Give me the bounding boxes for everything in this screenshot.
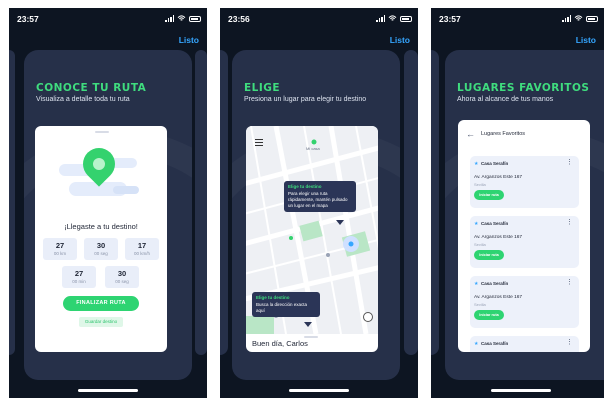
phone-screen-choose: 23:56 Listo ELIGE Presiona un lugar para… bbox=[220, 8, 418, 398]
back-arrow-icon[interactable]: ← bbox=[466, 129, 475, 139]
next-card-peek[interactable] bbox=[195, 50, 207, 355]
more-options-icon[interactable]: ⋮ bbox=[566, 158, 573, 166]
status-time: 23:57 bbox=[439, 14, 461, 24]
tooltip-long-press: Elige tu destino Para elegir una ruta rá… bbox=[284, 181, 356, 212]
arrival-message: ¡Llegaste a tu destino! bbox=[64, 222, 138, 231]
done-button[interactable]: Listo bbox=[576, 35, 596, 45]
onboarding-card: LUGARES FAVORITOS Ahora al alcance de tu… bbox=[445, 50, 604, 380]
drag-handle[interactable] bbox=[304, 336, 318, 338]
stat-time: 30 00 seg bbox=[84, 238, 118, 260]
onboarding-card: CONOCE TU RUTA Visualiza a detalle toda … bbox=[24, 50, 192, 380]
battery-icon bbox=[400, 15, 412, 22]
previous-card-peek[interactable] bbox=[220, 50, 228, 355]
onboarding-card: ELIGE Presiona un lugar para elegir tu d… bbox=[232, 50, 400, 380]
home-indicator[interactable] bbox=[289, 389, 349, 392]
more-options-icon[interactable]: ⋮ bbox=[566, 218, 573, 226]
home-indicator[interactable] bbox=[78, 389, 138, 392]
status-time: 23:57 bbox=[17, 14, 39, 24]
drag-handle[interactable] bbox=[95, 131, 109, 133]
done-button[interactable]: Listo bbox=[179, 35, 199, 45]
star-icon: ★ bbox=[474, 281, 479, 287]
next-card-peek[interactable] bbox=[404, 50, 418, 355]
phone-screen-favorites: 23:57 Listo LUGARES FAVORITOS Ahora al a… bbox=[431, 8, 604, 398]
card-title: CONOCE TU RUTA bbox=[36, 82, 147, 94]
stat-minutes: 27 00 min bbox=[62, 266, 96, 288]
menu-icon[interactable] bbox=[255, 139, 263, 148]
signal-icon bbox=[376, 15, 385, 22]
status-time: 23:56 bbox=[228, 14, 250, 24]
wifi-icon bbox=[388, 15, 397, 21]
status-bar: 23:56 bbox=[228, 14, 412, 26]
card-title: LUGARES FAVORITOS bbox=[457, 82, 590, 94]
tooltip-search: Elige tu destino Busca la dirección exac… bbox=[252, 292, 320, 317]
favorite-item[interactable]: ★ Casa Serafín ⋮ Av. Arganzos Este 167 S… bbox=[470, 276, 579, 328]
battery-icon bbox=[189, 15, 201, 22]
more-options-icon[interactable]: ⋮ bbox=[566, 338, 573, 346]
battery-icon bbox=[586, 15, 598, 22]
stat-speed: 17 00 km/h bbox=[125, 238, 159, 260]
start-route-button[interactable]: Iniciar ruta bbox=[474, 190, 504, 200]
start-route-button[interactable]: Iniciar ruta bbox=[474, 310, 504, 320]
phone-screen-route: 23:57 Listo CONOCE TU RUTA Visualiza a d… bbox=[9, 8, 207, 398]
greeting-text: Buen día, Carlos bbox=[252, 339, 308, 348]
favorite-item[interactable]: ★ Casa Serafín ⋮ Av. Arganzos Este 167 S… bbox=[470, 216, 579, 268]
location-pin-icon bbox=[76, 141, 122, 187]
home-indicator[interactable] bbox=[491, 389, 551, 392]
save-destination-button[interactable]: Guardar destino bbox=[79, 317, 123, 327]
favorites-header: ← Lugares Favoritos bbox=[458, 120, 590, 148]
status-bar: 23:57 bbox=[439, 14, 598, 26]
wifi-icon bbox=[574, 15, 583, 21]
star-icon: ★ bbox=[474, 161, 479, 167]
map-view[interactable]: Mi casa Elige tu destino Para elegir una… bbox=[246, 126, 378, 334]
card-subtitle: Visualiza a detalle toda tu ruta bbox=[36, 96, 130, 103]
wifi-icon bbox=[177, 15, 186, 21]
done-button[interactable]: Listo bbox=[390, 35, 410, 45]
map-place-label: Mi casa bbox=[306, 146, 320, 151]
star-icon: ★ bbox=[474, 221, 479, 227]
favorite-item[interactable]: ★ Casa Serafín ⋮ Av. Arganzos Este 167 S… bbox=[470, 156, 579, 208]
previous-card-peek[interactable] bbox=[9, 50, 15, 355]
signal-icon bbox=[165, 15, 174, 22]
stat-seconds: 30 00 seg bbox=[105, 266, 139, 288]
previous-card-peek[interactable] bbox=[431, 50, 439, 355]
stat-distance: 27 00 km bbox=[43, 238, 77, 260]
favorite-item[interactable]: ★ Casa Serafín ⋮ bbox=[470, 336, 579, 352]
locate-me-icon[interactable] bbox=[363, 312, 373, 322]
finish-route-button[interactable]: FINALIZAR RUTA bbox=[63, 296, 139, 311]
route-summary-panel: ¡Llegaste a tu destino! 27 00 km 30 00 s… bbox=[35, 126, 167, 352]
favorites-title: Lugares Favoritos bbox=[481, 131, 526, 137]
signal-icon bbox=[562, 15, 571, 22]
card-title: ELIGE bbox=[244, 82, 281, 94]
map-panel: Mi casa Elige tu destino Para elegir una… bbox=[246, 126, 378, 352]
card-subtitle: Ahora al alcance de tus manos bbox=[457, 96, 554, 103]
more-options-icon[interactable]: ⋮ bbox=[566, 278, 573, 286]
status-bar: 23:57 bbox=[17, 14, 201, 26]
favorites-panel: ← Lugares Favoritos ★ Casa Serafín ⋮ Av.… bbox=[458, 120, 590, 352]
card-subtitle: Presiona un lugar para elegir tu destino bbox=[244, 96, 367, 103]
location-illustration bbox=[57, 141, 141, 212]
star-icon: ★ bbox=[474, 341, 479, 347]
start-route-button[interactable]: Iniciar ruta bbox=[474, 250, 504, 260]
